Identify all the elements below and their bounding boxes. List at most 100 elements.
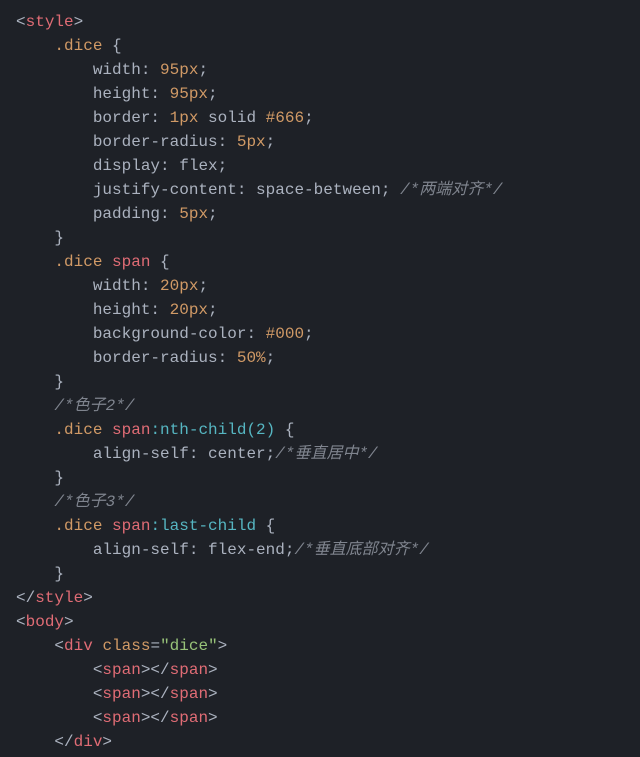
code-token: 5px xyxy=(237,133,266,151)
code-token: </ xyxy=(16,589,35,607)
code-token xyxy=(16,685,93,703)
code-token: /*垂直底部对齐*/ xyxy=(294,541,428,559)
code-token xyxy=(16,445,93,463)
code-token xyxy=(16,733,54,751)
code-token: ></ xyxy=(141,685,170,703)
code-token xyxy=(16,229,54,247)
code-token: .dice xyxy=(54,421,102,439)
code-token xyxy=(16,709,93,727)
code-token: : xyxy=(218,349,237,367)
code-token: ; xyxy=(198,277,208,295)
code-token: height xyxy=(93,301,151,319)
code-token: ></ xyxy=(141,709,170,727)
code-token xyxy=(16,565,54,583)
code-token xyxy=(102,37,112,55)
code-token xyxy=(16,397,54,415)
code-token xyxy=(16,109,93,127)
code-token: < xyxy=(93,709,103,727)
code-token: border-radius xyxy=(93,133,218,151)
code-token: .dice xyxy=(54,37,102,55)
code-token xyxy=(16,133,93,151)
code-token: ; xyxy=(304,109,314,127)
code-token: height xyxy=(93,85,151,103)
code-token: :nth-child(2) xyxy=(150,421,275,439)
code-token: </ xyxy=(54,733,73,751)
code-token: = xyxy=(150,637,160,655)
code-token xyxy=(16,661,93,679)
code-token: ; xyxy=(218,157,228,175)
code-token: 20px xyxy=(160,277,198,295)
code-token xyxy=(16,469,54,487)
code-token: solid xyxy=(208,109,266,127)
code-token: < xyxy=(93,685,103,703)
code-token: } xyxy=(54,229,64,247)
code-token: /*色子2*/ xyxy=(54,397,134,415)
code-token: display xyxy=(93,157,160,175)
code-token xyxy=(102,253,112,271)
code-token: 5px xyxy=(179,205,208,223)
code-token: : xyxy=(237,181,256,199)
code-token: /*两端对齐*/ xyxy=(400,181,502,199)
code-token xyxy=(16,85,93,103)
code-token: { xyxy=(160,253,170,271)
code-token: /*色子3*/ xyxy=(54,493,134,511)
code-token: flex-end xyxy=(208,541,285,559)
code-token xyxy=(93,637,103,655)
code-token: : xyxy=(150,85,169,103)
code-token: span xyxy=(170,685,208,703)
code-token xyxy=(16,517,54,535)
code-token: 95px xyxy=(160,61,198,79)
code-token: > xyxy=(208,709,218,727)
code-token xyxy=(16,301,93,319)
code-token: span xyxy=(102,685,140,703)
code-token: flex xyxy=(179,157,217,175)
code-token: span xyxy=(170,661,208,679)
code-token: ; xyxy=(266,445,276,463)
code-token: div xyxy=(64,637,93,655)
code-token xyxy=(102,421,112,439)
code-token: center xyxy=(208,445,266,463)
code-token: > xyxy=(208,685,218,703)
code-token: .dice xyxy=(54,517,102,535)
code-token: ; xyxy=(208,85,218,103)
code-token xyxy=(16,253,54,271)
code-token xyxy=(16,157,93,175)
code-token: } xyxy=(54,469,64,487)
code-token: :last-child xyxy=(150,517,256,535)
code-token: padding xyxy=(93,205,160,223)
code-token: ; xyxy=(285,541,295,559)
code-token: : xyxy=(160,157,179,175)
code-token: #666 xyxy=(266,109,304,127)
code-token: ; xyxy=(198,61,208,79)
code-token: span xyxy=(112,517,150,535)
code-token: ; xyxy=(208,301,218,319)
code-token: : xyxy=(189,541,208,559)
code-token: border-radius xyxy=(93,349,218,367)
code-token: body xyxy=(26,613,64,631)
code-token xyxy=(16,205,93,223)
code-token: 20px xyxy=(170,301,208,319)
code-token: align-self xyxy=(93,541,189,559)
code-token xyxy=(16,61,93,79)
code-token xyxy=(16,37,54,55)
code-token xyxy=(16,325,93,343)
code-token: < xyxy=(16,613,26,631)
code-token: /*垂直居中*/ xyxy=(275,445,377,463)
code-token: span xyxy=(102,709,140,727)
code-token: : xyxy=(150,109,169,127)
code-token xyxy=(16,421,54,439)
code-token: > xyxy=(64,613,74,631)
code-token: border xyxy=(93,109,151,127)
code-token: style xyxy=(35,589,83,607)
code-token xyxy=(16,493,54,511)
code-token: > xyxy=(208,661,218,679)
code-token xyxy=(198,109,208,127)
code-token: style xyxy=(26,13,74,31)
code-token: span xyxy=(170,709,208,727)
code-token: span xyxy=(102,661,140,679)
code-token: } xyxy=(54,565,64,583)
code-token xyxy=(256,517,266,535)
code-token: 95px xyxy=(170,85,208,103)
code-token: 50% xyxy=(237,349,266,367)
code-token xyxy=(275,421,285,439)
